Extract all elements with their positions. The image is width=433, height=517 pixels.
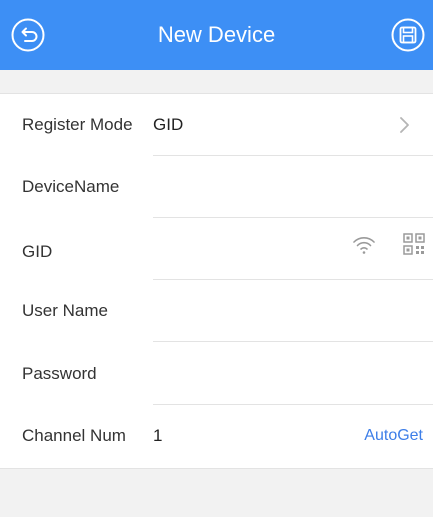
user-name-label: User Name — [22, 301, 108, 320]
wifi-icon[interactable] — [352, 233, 376, 257]
password-label: Password — [22, 364, 97, 383]
page-title: New Device — [157, 22, 276, 47]
top-bar: New Device — [0, 0, 433, 70]
user-name-input[interactable] — [153, 292, 333, 330]
device-name-row: DeviceName — [0, 156, 433, 218]
channel-num-label: Channel Num — [22, 426, 126, 445]
password-row: Password — [0, 343, 433, 405]
row-divider — [153, 341, 433, 342]
channel-num-input[interactable] — [153, 417, 333, 455]
register-mode-label: Register Mode — [22, 115, 133, 134]
autoget-button[interactable]: AutoGet — [364, 405, 423, 467]
register-mode-row[interactable]: Register Mode GID — [0, 94, 433, 156]
device-name-label: DeviceName — [22, 177, 120, 196]
device-name-input[interactable] — [153, 168, 333, 206]
save-icon — [391, 18, 425, 52]
channel-num-row: Channel Num AutoGet — [0, 405, 433, 469]
gid-input[interactable] — [153, 230, 343, 268]
qr-code-icon[interactable] — [401, 231, 427, 257]
register-mode-value: GID — [153, 115, 184, 134]
gid-row: GID — [0, 218, 433, 280]
user-name-row: User Name — [0, 280, 433, 342]
gid-label: GID — [22, 242, 53, 261]
channel-input-underline — [153, 468, 353, 469]
password-input[interactable] — [153, 355, 333, 393]
chevron-right-icon[interactable] — [399, 116, 411, 134]
save-button[interactable] — [390, 17, 426, 53]
device-form: Register Mode GID DeviceName GID User Na… — [0, 93, 433, 469]
